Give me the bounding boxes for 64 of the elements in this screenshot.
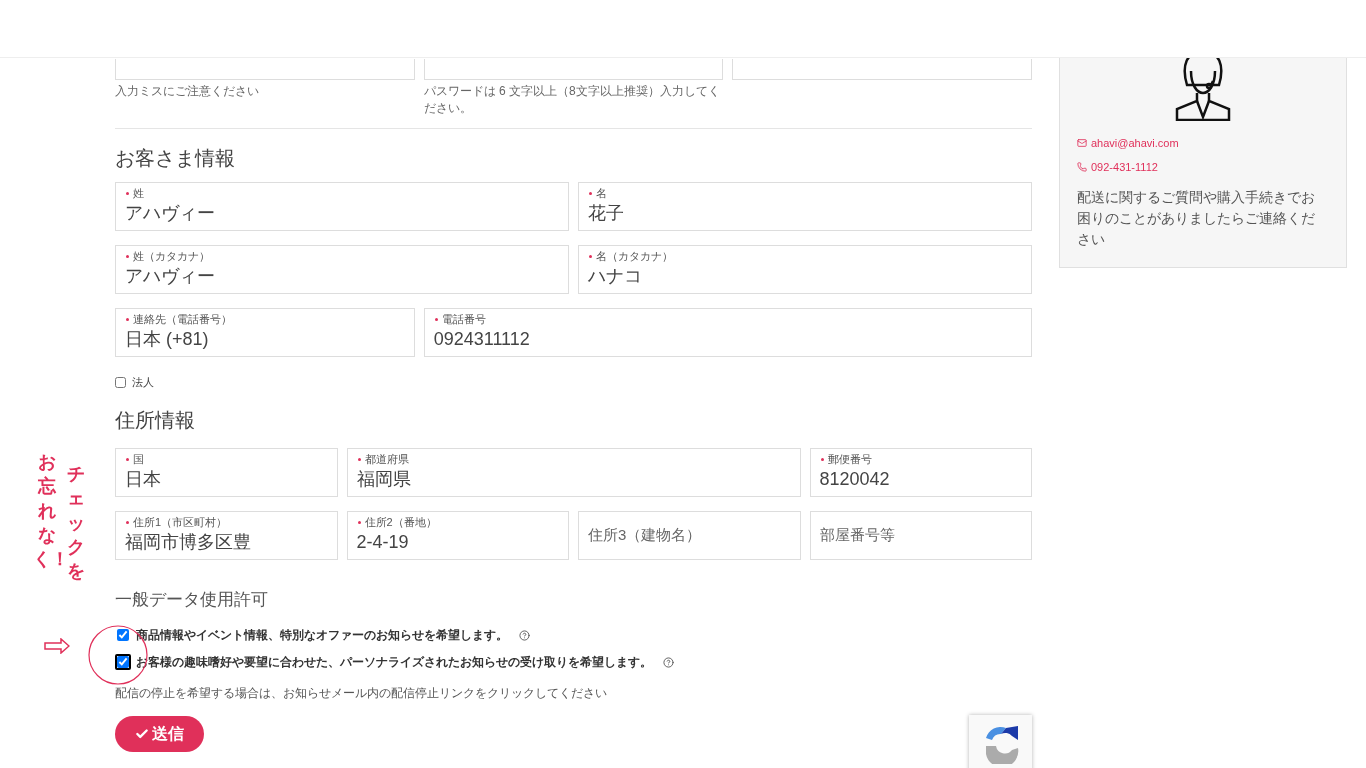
input-field[interactable]: 姓（カタカナ） アハヴィー bbox=[115, 245, 569, 294]
input-field[interactable]: 国 日本 bbox=[115, 447, 338, 497]
field-label: 国 bbox=[133, 453, 144, 465]
field-value: 福岡市博多区豊 bbox=[125, 530, 252, 554]
input-field[interactable]: 名 花子 bbox=[578, 182, 1032, 231]
consent-checkbox[interactable] bbox=[115, 627, 131, 643]
field-label: 郵便番号 bbox=[827, 453, 872, 465]
field-value: 福岡県 bbox=[356, 467, 412, 491]
corporate-checkbox[interactable] bbox=[115, 376, 126, 388]
field-label: 電話番号 bbox=[441, 314, 486, 326]
arrow-icon bbox=[44, 638, 70, 654]
mail-icon bbox=[1077, 138, 1087, 149]
field-value: アハヴィー bbox=[125, 265, 216, 288]
field-value: アハヴィー bbox=[125, 202, 216, 225]
circle-mark bbox=[87, 624, 149, 686]
handwritten-note: お忘れなく！ bbox=[33, 451, 60, 570]
input-field[interactable] bbox=[732, 59, 1032, 80]
contact-phone[interactable]: 092-431-1112 bbox=[1091, 158, 1158, 175]
phone-icon bbox=[1077, 161, 1087, 172]
input-field[interactable] bbox=[423, 59, 724, 80]
input-field[interactable]: 住所1（市区町村） 福岡市博多区豊 bbox=[115, 510, 338, 560]
field-value: 日本 bbox=[125, 467, 162, 491]
input-field[interactable]: 郵便番号 8120042 bbox=[809, 447, 1032, 497]
field-label: 連絡先（電話番号） bbox=[133, 314, 232, 326]
field-value: 8120042 bbox=[819, 467, 891, 491]
consent-checkbox[interactable] bbox=[115, 654, 131, 670]
input-field[interactable]: 住所3（建物名） bbox=[578, 510, 801, 560]
contact-email[interactable]: ahavi@ahavi.com bbox=[1091, 135, 1179, 152]
check-icon bbox=[135, 727, 149, 741]
input-field[interactable]: 都道府県 福岡県 bbox=[346, 447, 801, 497]
input-field[interactable]: 姓 アハヴィー bbox=[115, 182, 569, 231]
section-heading: お客さま情報 bbox=[115, 146, 236, 171]
input-field[interactable]: 住所2（番地） 2-4-19 bbox=[346, 510, 569, 560]
input-field[interactable]: 名（カタカナ） ハナコ bbox=[578, 245, 1032, 294]
help-icon[interactable] bbox=[663, 656, 674, 668]
input-field[interactable]: 部屋番号等 bbox=[809, 510, 1032, 560]
field-placeholder: 部屋番号等 bbox=[819, 524, 896, 545]
unsubscribe-note: 配信の停止を希望する場合は、お知らせメール内の配信停止リンクをクリックしてください bbox=[115, 685, 608, 702]
field-value: 2-4-19 bbox=[356, 530, 410, 554]
field-label: 住所2（番地） bbox=[364, 516, 437, 528]
field-label: 名 bbox=[596, 188, 607, 200]
handwritten-note: チェックを bbox=[65, 463, 86, 584]
field-value: 日本 (+81) bbox=[125, 328, 210, 351]
field-label: 姓（カタカナ） bbox=[133, 251, 210, 263]
contact-message: 配送に関するご質問や購入手続きでお困りのことがありましたらご連絡ください bbox=[1077, 188, 1316, 249]
field-placeholder: 住所3（建物名） bbox=[588, 524, 703, 545]
field-value: 0924311112 bbox=[433, 328, 531, 351]
field-hint: パスワードは 6 文字以上（8文字以上推奨）入力してください。 bbox=[423, 83, 721, 117]
field-value: 花子 bbox=[588, 202, 625, 225]
field-label: 住所1（市区町村） bbox=[133, 516, 228, 528]
field-label: 名（カタカナ） bbox=[596, 251, 673, 263]
field-value: ハナコ bbox=[588, 265, 643, 288]
input-field[interactable] bbox=[115, 59, 415, 80]
input-field[interactable]: 連絡先（電話番号） 日本 (+81) bbox=[115, 308, 415, 357]
section-heading: 住所情報 bbox=[115, 407, 196, 433]
checkbox-label: 法人 bbox=[132, 375, 154, 390]
help-icon[interactable] bbox=[519, 629, 530, 641]
submit-button[interactable]: 送信 bbox=[115, 716, 204, 752]
field-label: 姓 bbox=[133, 188, 144, 200]
captcha-badge[interactable] bbox=[969, 715, 1032, 768]
field-hint: 入力ミスにご注意ください bbox=[115, 83, 260, 100]
field-label: 都道府県 bbox=[364, 453, 409, 465]
input-field[interactable]: 電話番号 0924311112 bbox=[423, 308, 1032, 357]
section-heading: 一般データ使用許可 bbox=[115, 588, 269, 611]
